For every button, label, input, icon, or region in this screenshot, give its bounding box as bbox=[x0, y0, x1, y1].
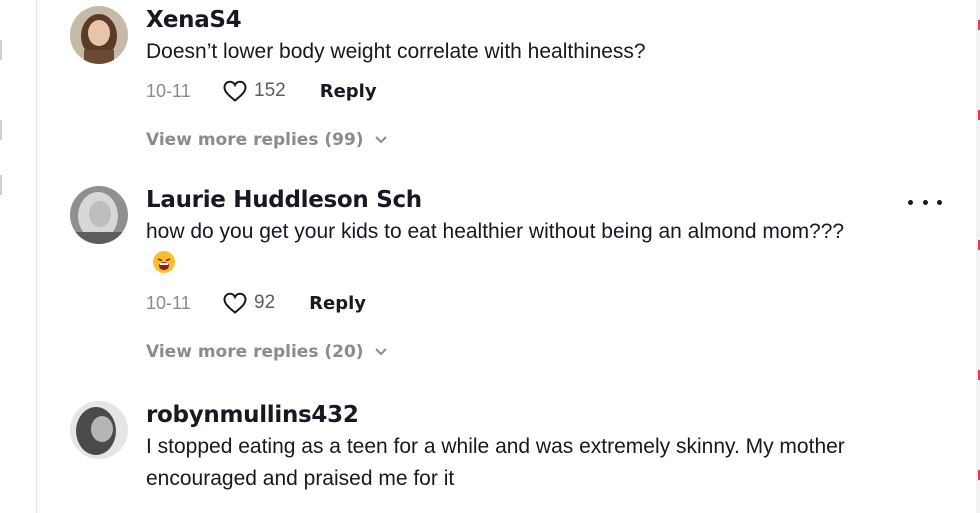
more-options-icon bbox=[908, 199, 913, 205]
more-options-icon bbox=[937, 199, 942, 205]
like-button[interactable]: 92 bbox=[222, 291, 275, 315]
avatar[interactable] bbox=[70, 186, 128, 244]
left-panel-divider bbox=[36, 0, 37, 513]
left-panel-edge bbox=[0, 40, 2, 60]
heart-outline-icon bbox=[223, 80, 247, 102]
face-emoji-icon bbox=[152, 250, 176, 274]
comment-text: I stopped eating as a teen for a while a… bbox=[146, 435, 845, 490]
more-options-button[interactable] bbox=[908, 192, 942, 212]
view-more-replies-label: View more replies (20) bbox=[146, 342, 364, 362]
reply-button[interactable]: Reply bbox=[309, 293, 366, 314]
comment-date: 10-11 bbox=[146, 80, 191, 101]
left-panel-edge bbox=[0, 120, 2, 140]
heart-outline-icon bbox=[223, 292, 247, 314]
left-panel-edge bbox=[0, 175, 2, 195]
comment-username[interactable]: XenaS4 bbox=[146, 6, 866, 34]
comment-username[interactable]: robynmullins432 bbox=[146, 401, 866, 429]
avatar[interactable] bbox=[70, 401, 128, 459]
reply-button[interactable]: Reply bbox=[320, 81, 377, 102]
comment-date: 10-11 bbox=[146, 292, 191, 313]
more-options-icon bbox=[922, 199, 928, 205]
like-count: 152 bbox=[254, 80, 286, 101]
chevron-down-icon bbox=[374, 136, 387, 144]
view-more-replies-label: View more replies (99) bbox=[146, 130, 364, 150]
comment-text: how do you get your kids to eat healthie… bbox=[146, 216, 866, 280]
avatar[interactable] bbox=[70, 6, 128, 64]
like-count: 92 bbox=[254, 292, 276, 313]
view-more-replies-button[interactable]: View more replies (20) bbox=[146, 342, 866, 362]
comment-text: Doesn’t lower body weight correlate with… bbox=[146, 40, 646, 63]
comment-username[interactable]: Laurie Huddleson Sch bbox=[146, 186, 866, 214]
chevron-down-icon bbox=[374, 348, 387, 356]
scrollbar[interactable] bbox=[976, 0, 980, 513]
like-button[interactable]: 152 bbox=[222, 79, 286, 103]
view-more-replies-button[interactable]: View more replies (99) bbox=[146, 130, 866, 150]
